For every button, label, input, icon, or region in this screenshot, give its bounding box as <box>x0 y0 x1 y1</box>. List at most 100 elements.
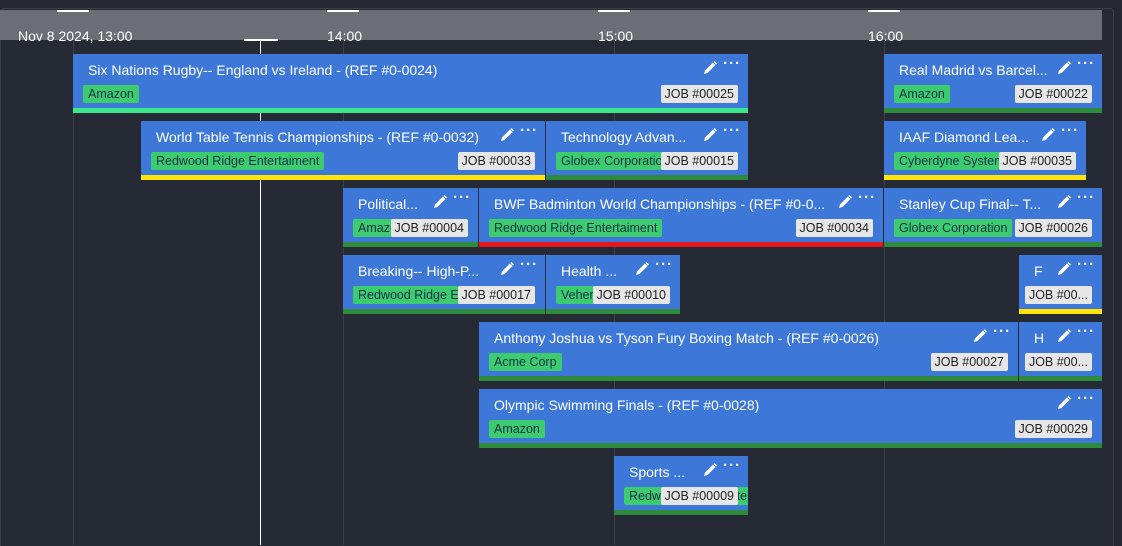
status-bar <box>73 108 748 113</box>
edit-pencil-icon[interactable] <box>1056 194 1072 210</box>
more-options-icon[interactable]: ··· <box>453 190 471 205</box>
edit-pencil-icon[interactable] <box>837 194 853 210</box>
client-tag: Amazon <box>83 85 139 103</box>
job-card[interactable]: BWF Badminton World Championships - (REF… <box>479 188 883 247</box>
job-title: Olympic Swimming Finals - (REF #0-0028) <box>494 397 760 413</box>
more-options-icon[interactable]: ··· <box>655 257 673 272</box>
status-bar <box>884 175 1086 180</box>
job-code-badge: JOB #00029 <box>1014 420 1092 438</box>
time-label-1400: 14:00 <box>327 28 363 44</box>
job-title: BWF Badminton World Championships - (REF… <box>494 196 826 212</box>
job-code-badge: JOB #00015 <box>660 152 738 170</box>
current-time-line <box>260 40 261 545</box>
job-card[interactable]: Breaking-- High-P... Redwood Ridge Entert… <box>343 255 545 314</box>
job-code-badge: JOB #00035 <box>998 152 1076 170</box>
current-time-marker <box>244 39 278 41</box>
hour-tick <box>868 10 900 12</box>
grid-line <box>884 40 885 545</box>
status-bar <box>479 376 1018 381</box>
job-code-badge: JOB #00034 <box>795 219 873 237</box>
job-title: Sports ... <box>629 464 686 480</box>
job-title: F <box>1034 263 1043 279</box>
status-bar <box>343 309 545 314</box>
client-tag: Globex Corporation <box>556 152 675 170</box>
status-bar <box>546 175 748 180</box>
status-bar <box>546 309 680 314</box>
more-options-icon[interactable]: ··· <box>1061 123 1079 138</box>
client-tag: Globex Corporation <box>894 219 1013 237</box>
job-title: Real Madrid vs Barcel... <box>899 62 1047 78</box>
job-card[interactable]: F JOB #00... ··· <box>1019 255 1102 314</box>
job-card[interactable]: Political... Amazon JOB #00004 ··· <box>343 188 478 247</box>
job-title: H <box>1034 330 1045 346</box>
more-options-icon[interactable]: ··· <box>858 190 876 205</box>
job-code-badge: JOB #00022 <box>1014 85 1092 103</box>
more-options-icon[interactable]: ··· <box>1077 56 1095 71</box>
more-options-icon[interactable]: ··· <box>1077 257 1095 272</box>
client-tag: Redwood Ridge Entertaiment <box>151 152 325 170</box>
job-code-badge: JOB #00025 <box>660 85 738 103</box>
job-card[interactable]: Stanley Cup Final-- T... Globex Corporati… <box>884 188 1102 247</box>
more-options-icon[interactable]: ··· <box>520 257 538 272</box>
job-card[interactable]: Real Madrid vs Barcel... Amazon JOB #00022… <box>884 54 1102 113</box>
hour-tick <box>327 10 359 12</box>
client-tag: Cyberdyne Systems <box>894 152 1016 170</box>
edit-pencil-icon[interactable] <box>702 127 718 143</box>
job-code-badge: JOB #00017 <box>457 286 535 304</box>
job-title: World Table Tennis Championships - (REF … <box>156 129 479 145</box>
job-card[interactable]: Olympic Swimming Finals - (REF #0-0028) A… <box>479 389 1102 448</box>
job-card[interactable]: Anthony Joshua vs Tyson Fury Boxing Matc… <box>479 322 1018 381</box>
edit-pencil-icon[interactable] <box>702 462 718 478</box>
job-code-badge: JOB #00... <box>1024 286 1092 304</box>
edit-pencil-icon[interactable] <box>1056 261 1072 277</box>
time-label-1500: 15:00 <box>598 28 634 44</box>
status-bar <box>1019 309 1102 314</box>
edit-pencil-icon[interactable] <box>634 261 650 277</box>
more-options-icon[interactable]: ··· <box>1077 190 1095 205</box>
job-code-badge: JOB #00033 <box>457 152 535 170</box>
hour-tick <box>598 10 630 12</box>
more-options-icon[interactable]: ··· <box>520 123 538 138</box>
job-code-badge: JOB #00004 <box>390 219 468 237</box>
status-bar <box>141 175 545 180</box>
job-code-badge: JOB #00... <box>1024 353 1092 371</box>
edit-pencil-icon[interactable] <box>702 60 718 76</box>
job-card[interactable]: H JOB #00... ··· <box>1019 322 1102 381</box>
hour-tick <box>57 10 89 12</box>
job-card[interactable]: Technology Advan... Globex Corporation JOB… <box>546 121 748 180</box>
status-bar <box>479 443 1102 448</box>
more-options-icon[interactable]: ··· <box>723 56 741 71</box>
job-card[interactable]: Health ... Vehement JOB #00010 ··· <box>546 255 680 314</box>
time-label-1600: 16:00 <box>868 28 904 44</box>
job-code-badge: JOB #00027 <box>930 353 1008 371</box>
job-code-badge: JOB #00026 <box>1014 219 1092 237</box>
edit-pencil-icon[interactable] <box>1056 328 1072 344</box>
status-bar <box>614 510 748 515</box>
edit-pencil-icon[interactable] <box>1056 395 1072 411</box>
job-card[interactable]: Sports ...Redwood Ridge EntertaimentJOB … <box>614 456 748 515</box>
edit-pencil-icon[interactable] <box>499 127 515 143</box>
more-options-icon[interactable]: ··· <box>1077 391 1095 406</box>
job-card[interactable]: IAAF Diamond Lea... Cyberdyne Systems JOB … <box>884 121 1086 180</box>
more-options-icon[interactable]: ··· <box>723 458 741 473</box>
status-bar <box>343 242 478 247</box>
job-code-badge: JOB #00009 <box>660 487 738 505</box>
edit-pencil-icon[interactable] <box>499 261 515 277</box>
status-bar <box>884 108 1102 113</box>
status-bar <box>884 242 1102 247</box>
grid-line <box>73 40 74 545</box>
status-bar <box>1019 376 1102 381</box>
status-bar <box>479 242 883 247</box>
job-card[interactable]: Six Nations Rugby-- England vs Ireland -… <box>73 54 748 113</box>
edit-pencil-icon[interactable] <box>432 194 448 210</box>
timeline-header <box>0 10 1102 40</box>
client-tag: Amazon <box>489 420 545 438</box>
edit-pencil-icon[interactable] <box>972 328 988 344</box>
edit-pencil-icon[interactable] <box>1056 60 1072 76</box>
edit-pencil-icon[interactable] <box>1040 127 1056 143</box>
job-title: Breaking-- High-P... <box>358 263 480 279</box>
more-options-icon[interactable]: ··· <box>723 123 741 138</box>
more-options-icon[interactable]: ··· <box>993 324 1011 339</box>
more-options-icon[interactable]: ··· <box>1077 324 1095 339</box>
job-card[interactable]: World Table Tennis Championships - (REF … <box>141 121 545 180</box>
